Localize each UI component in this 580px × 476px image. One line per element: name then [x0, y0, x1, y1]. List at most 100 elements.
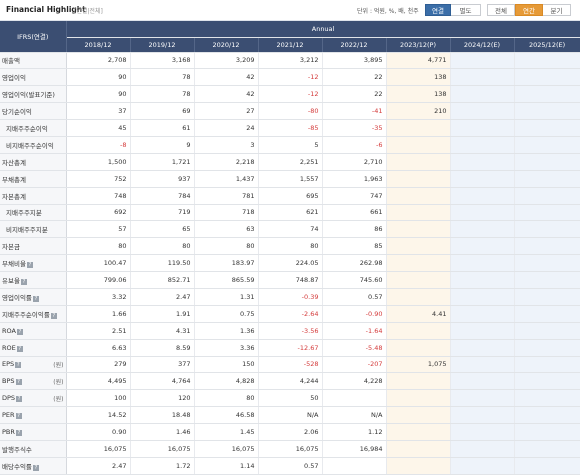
table-cell: -8 — [66, 136, 131, 154]
help-icon[interactable]: ? — [20, 279, 27, 286]
table-cell: 14.52 — [66, 406, 131, 425]
table-row: 지배주주순이익률? 1.66 1.91 0.75 -2.64 -0.90 4.41 — [0, 305, 580, 323]
row-label[interactable]: PBR? — [0, 423, 67, 441]
help-icon[interactable]: ? — [15, 361, 22, 368]
row-unit: (원) — [53, 361, 64, 369]
row-label[interactable]: 배당수익률? — [0, 457, 67, 475]
table-cell: -12.67 — [258, 339, 323, 357]
row-label-text: 자본금 — [2, 243, 20, 252]
annual-button[interactable]: 연간 — [515, 4, 543, 16]
help-icon[interactable]: ? — [15, 430, 22, 437]
table-cell — [386, 187, 451, 205]
row-label: 영업이익 — [0, 68, 67, 87]
row-label-text: DPS — [2, 393, 16, 402]
table-cell: -12 — [258, 85, 323, 104]
row-label-text: 부채총계 — [2, 175, 26, 184]
help-icon[interactable]: ? — [15, 413, 22, 420]
table-cell — [514, 187, 580, 205]
table-cell: 4,764 — [130, 372, 195, 391]
table-cell: 46.58 — [194, 406, 259, 425]
table-cell: 784 — [130, 187, 195, 205]
table-row: EPS? (원) 279 377 150 -528 -207 1,075 — [0, 356, 580, 374]
table-cell: 22 — [322, 85, 387, 104]
table-cell — [450, 356, 515, 374]
help-icon[interactable]: ? — [16, 345, 23, 352]
table-row: ROA? 2.51 4.31 1.36 -3.56 -1.64 — [0, 322, 580, 340]
table-cell: 3,212 — [258, 52, 323, 70]
table-cell: -0.39 — [258, 288, 323, 306]
row-label[interactable]: 부채비율? — [0, 254, 67, 273]
table-cell — [450, 440, 515, 458]
table-cell — [450, 271, 515, 289]
row-label-text: 당기순이익 — [2, 108, 32, 117]
row-label[interactable]: BPS? (원) — [0, 372, 67, 391]
help-icon[interactable]: ? — [32, 295, 39, 302]
table-cell: 3.32 — [66, 288, 131, 306]
row-label[interactable]: PER? — [0, 406, 67, 425]
table-cell — [386, 372, 451, 391]
table-cell: 621 — [258, 204, 323, 222]
table-cell: 1.14 — [194, 457, 259, 475]
table-cell: 22 — [322, 68, 387, 87]
table-cell: 1.46 — [130, 423, 195, 441]
table-cell: 781 — [194, 187, 259, 205]
row-label-text: 부채비율 — [2, 260, 26, 269]
row-label[interactable]: 유보율? — [0, 271, 67, 289]
row-label[interactable]: ROE? — [0, 339, 67, 357]
help-icon[interactable]: ? — [50, 312, 57, 319]
table-cell: 1,963 — [322, 170, 387, 188]
table-row: 자본총계 748 784 781 695 747 — [0, 187, 580, 205]
all-button[interactable]: 전체 — [487, 4, 515, 16]
table-cell — [450, 85, 515, 104]
consolidated-button[interactable]: 연결 — [425, 4, 451, 16]
row-label: 지배주주순이익 — [0, 119, 67, 137]
row-unit: (원) — [53, 395, 64, 403]
table-cell: 69 — [130, 102, 195, 121]
row-label[interactable]: 지배주주순이익률? — [0, 305, 67, 323]
table-cell: -528 — [258, 356, 323, 374]
row-label: 지배주주지분 — [0, 204, 67, 222]
table-cell: 692 — [66, 204, 131, 222]
table-row: 지배주주지분 692 719 718 621 661 — [0, 204, 580, 222]
table-cell — [450, 136, 515, 154]
table-cell: 747 — [322, 187, 387, 205]
table-cell — [386, 389, 451, 408]
table-cell: 61 — [130, 119, 195, 137]
table-cell — [514, 52, 580, 70]
help-icon[interactable]: ? — [26, 262, 33, 269]
row-label: 매출액 — [0, 52, 67, 70]
table-cell: 748 — [66, 187, 131, 205]
quarter-button[interactable]: 분기 — [543, 4, 571, 16]
help-icon[interactable]: ? — [16, 395, 23, 402]
table-cell: 120 — [130, 389, 195, 408]
help-icon[interactable]: ? — [15, 378, 22, 385]
table-cell: 799.06 — [66, 271, 131, 289]
table-row: 부채비율? 100.47 119.50 183.97 224.05 262.98 — [0, 254, 580, 273]
row-label[interactable]: EPS? (원) — [0, 356, 67, 374]
table-cell: 0.75 — [194, 305, 259, 323]
column-header: 2022/12 — [322, 37, 387, 53]
table-cell: 16,075 — [194, 440, 259, 458]
table-cell: 150 — [194, 356, 259, 374]
table-row: 매출액 2,708 3,168 3,209 3,212 3,895 4,771 — [0, 52, 580, 70]
table-cell: 377 — [130, 356, 195, 374]
table-cell — [514, 305, 580, 323]
table-cell: -12 — [258, 68, 323, 87]
column-header: 2019/12 — [130, 37, 195, 53]
row-label-text: 발행주식수 — [2, 445, 32, 454]
help-icon[interactable]: ? — [32, 464, 39, 471]
row-label-text: 자산총계 — [2, 158, 26, 167]
table-cell: -35 — [322, 119, 387, 137]
help-icon[interactable]: ? — [16, 328, 23, 335]
row-label[interactable]: 영업이익률? — [0, 288, 67, 306]
row-label: 자본금 — [0, 237, 67, 256]
separate-button[interactable]: 별도 — [451, 4, 481, 16]
column-header: 2024/12(E) — [450, 37, 515, 53]
row-label[interactable]: ROA? — [0, 322, 67, 340]
table-row: BPS? (원) 4,495 4,764 4,828 4,244 4,228 — [0, 372, 580, 391]
table-row: 비지배주주지분 57 65 63 74 86 — [0, 220, 580, 239]
table-cell: 2,708 — [66, 52, 131, 70]
table-cell: 57 — [66, 220, 131, 239]
row-label[interactable]: DPS? (원) — [0, 389, 67, 408]
table-cell — [450, 220, 515, 239]
